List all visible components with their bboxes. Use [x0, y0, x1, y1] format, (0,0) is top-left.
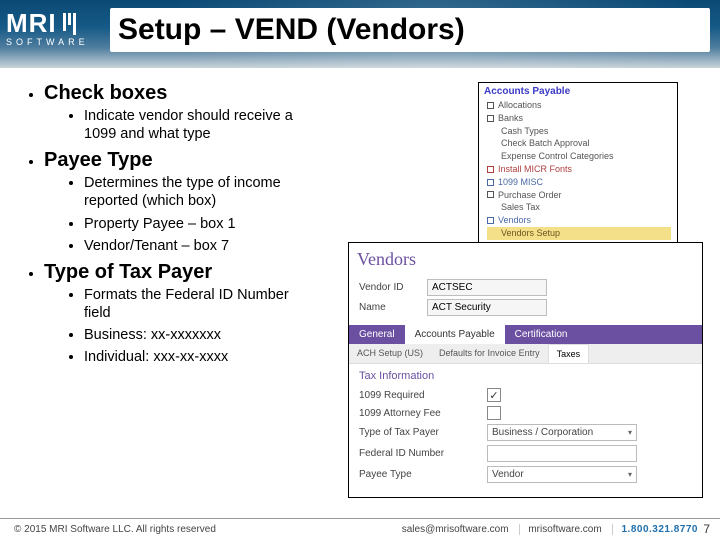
vendor-form-panel: Vendors Vendor ID Name GeneralAccounts P… — [348, 242, 703, 498]
footer-phone: 1.800.321.8770 — [612, 524, 706, 535]
bullet-item: Formats the Federal ID Number field — [84, 286, 314, 322]
tree-item-label: Install MICR Fonts — [498, 164, 572, 175]
nav-tree-item[interactable]: Banks — [487, 112, 671, 125]
primary-tab[interactable]: Accounts Payable — [405, 325, 505, 344]
bullet-item: Individual: xxx-xx-xxxx — [84, 348, 314, 366]
slide-title: Setup – VEND (Vendors) — [110, 8, 710, 52]
footer: © 2015 MRI Software LLC. All rights rese… — [0, 518, 720, 540]
federal-id-label: Federal ID Number — [359, 448, 479, 459]
vendor-id-label: Vendor ID — [359, 282, 421, 293]
nav-tree-item[interactable]: Cash Types — [487, 125, 671, 138]
nav-tree-header: Accounts Payable — [479, 83, 677, 99]
tree-box-icon — [487, 179, 494, 186]
tree-item-label: Expense Control Categories — [501, 151, 614, 162]
nav-tree-item[interactable]: Check Batch Approval — [487, 137, 671, 150]
tax-section-heading: Tax Information — [359, 370, 692, 382]
nav-tree-item[interactable]: Allocations — [487, 99, 671, 112]
tree-item-label: Cash Types — [501, 126, 548, 137]
sub-tab[interactable]: Defaults for Invoice Entry — [431, 344, 548, 363]
nav-tree-item[interactable]: 1099 MISC — [487, 176, 671, 189]
vendor-id-input[interactable] — [427, 279, 547, 296]
vendor-name-label: Name — [359, 302, 421, 313]
nav-tree-item[interactable]: Vendors Setup — [487, 227, 671, 240]
mri-logo: MRI SOFTWARE — [6, 8, 89, 47]
req-1099-checkbox[interactable]: ✓ — [487, 388, 501, 402]
req-1099-label: 1099 Required — [359, 390, 479, 401]
tree-box-icon — [487, 102, 494, 109]
tree-item-label: Sales Tax — [501, 202, 540, 213]
bullet-item: Determines the type of income reported (… — [84, 174, 314, 210]
nav-tree-item[interactable]: Expense Control Categories — [487, 150, 671, 163]
tree-item-label: Purchase Order — [498, 190, 562, 201]
chevron-down-icon: ▾ — [628, 428, 632, 437]
bullet-column: Check boxesIndicate vendor should receiv… — [20, 82, 340, 372]
primary-tab[interactable]: Certification — [505, 325, 578, 344]
header-banner: MRI SOFTWARE Setup – VEND (Vendors) — [0, 0, 720, 68]
vendor-title: Vendors — [349, 243, 702, 274]
nav-tree-item[interactable]: Sales Tax — [487, 201, 671, 214]
sub-tab[interactable]: ACH Setup (US) — [349, 344, 431, 363]
bullet-heading: Type of Tax Payer — [44, 261, 340, 284]
tree-item-label: Allocations — [498, 100, 542, 111]
tax-payer-type-label: Type of Tax Payer — [359, 427, 479, 438]
tree-item-label: 1099 MISC — [498, 177, 543, 188]
payee-type-select[interactable]: Vendor ▾ — [487, 466, 637, 483]
copyright: © 2015 MRI Software LLC. All rights rese… — [14, 524, 216, 535]
tree-item-label: Vendors Setup — [501, 228, 560, 239]
attorney-fee-label: 1099 Attorney Fee — [359, 408, 479, 419]
page-number: 7 — [703, 522, 710, 536]
tree-item-label: Banks — [498, 113, 523, 124]
tree-box-icon — [487, 115, 494, 122]
footer-email: sales@mrisoftware.com — [394, 524, 517, 535]
tree-box-icon — [487, 191, 494, 198]
tree-item-label: Check Batch Approval — [501, 138, 590, 149]
footer-site: mrisoftware.com — [519, 524, 609, 535]
sub-tab[interactable]: Taxes — [548, 344, 590, 363]
tax-payer-type-select[interactable]: Business / Corporation ▾ — [487, 424, 637, 441]
tree-box-icon — [487, 166, 494, 173]
bullet-item: Vendor/Tenant – box 7 — [84, 237, 314, 255]
nav-tree-item[interactable]: Vendors — [487, 214, 671, 227]
payee-type-label: Payee Type — [359, 469, 479, 480]
attorney-fee-checkbox[interactable] — [487, 406, 501, 420]
bullet-item: Business: xx-xxxxxxx — [84, 326, 314, 344]
vendor-name-input[interactable] — [427, 299, 547, 316]
federal-id-input[interactable] — [487, 445, 637, 462]
primary-tab[interactable]: General — [349, 325, 405, 344]
bullet-heading: Payee Type — [44, 149, 340, 172]
bullet-heading: Check boxes — [44, 82, 340, 105]
nav-tree-item[interactable]: Install MICR Fonts — [487, 163, 671, 176]
tree-item-label: Vendors — [498, 215, 531, 226]
nav-tree-item[interactable]: Purchase Order — [487, 189, 671, 202]
tree-box-icon — [487, 217, 494, 224]
chevron-down-icon: ▾ — [628, 470, 632, 479]
bullet-item: Indicate vendor should receive a 1099 an… — [84, 107, 314, 143]
bullet-item: Property Payee – box 1 — [84, 215, 314, 233]
